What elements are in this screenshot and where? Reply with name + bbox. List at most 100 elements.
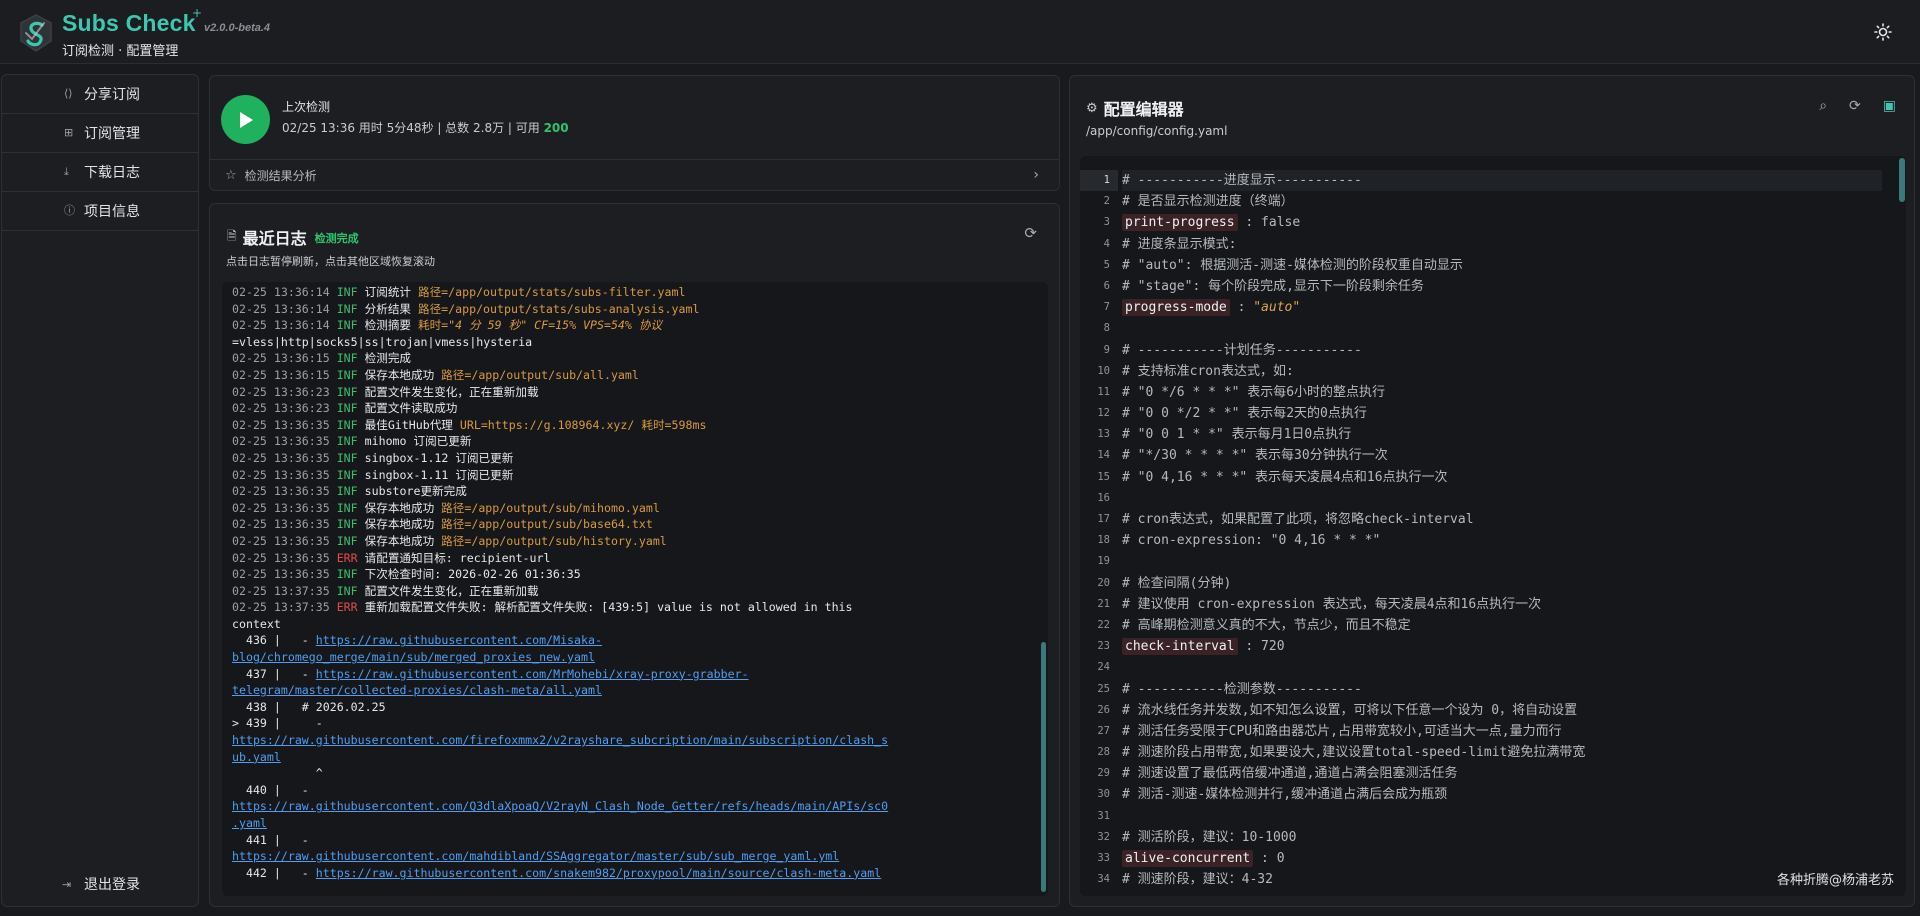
log-line: 02-25 13:36:35 INF 保存本地成功 路径=/app/output… <box>232 500 1042 517</box>
code-line[interactable] <box>1122 488 1882 509</box>
code-line[interactable]: # cron表达式，如果配置了此项，将忽略check-interval <box>1122 509 1882 530</box>
start-check-button[interactable] <box>221 95 270 144</box>
code-line[interactable] <box>1122 806 1882 827</box>
config-comment: # "*/30 * * * *" 表示每30分钟执行一次 <box>1122 448 1388 464</box>
code-line[interactable]: # "stage": 每个阶段完成,显示下一阶段剩余任务 <box>1122 276 1882 297</box>
code-line[interactable]: # 流水线任务并发数,如不知怎么设置，可将以下任意一个设为 0，将自动设置 <box>1122 700 1882 721</box>
log-line: 02-25 13:36:23 INF 配置文件发生变化，正在重新加载 <box>232 384 1042 401</box>
result-analysis-row[interactable]: ☆ 检测结果分析 › <box>210 159 1059 191</box>
code-line[interactable]: # 是否显示检测进度（终端） <box>1122 191 1882 212</box>
refresh-icon[interactable]: ⟳ <box>1849 98 1861 114</box>
code-line[interactable]: print-progress : false <box>1122 212 1882 233</box>
log-level: INF <box>336 434 365 449</box>
code-line[interactable]: alive-concurrent : 0 <box>1122 848 1882 869</box>
line-number: 21 <box>1097 597 1110 610</box>
log-level: ERR <box>336 600 365 615</box>
log-link[interactable]: ub.yaml <box>232 750 281 764</box>
log-scrollbar[interactable] <box>1041 642 1046 892</box>
code-line[interactable]: # 进度条显示模式: <box>1122 234 1882 255</box>
log-message: 保存本地成功 <box>364 517 442 532</box>
code-line[interactable]: # "0 0 1 * *" 表示每月1日0点执行 <box>1122 424 1882 445</box>
log-line: ub.yaml <box>232 749 1042 766</box>
save-icon[interactable]: ▣ <box>1883 98 1896 114</box>
line-number: 23 <box>1097 640 1110 653</box>
log-link[interactable]: https://raw.githubusercontent.com/mahdib… <box>232 849 839 863</box>
log-value: "4 分 59 秒" CF=15% VPS=54% 协议 <box>448 318 663 333</box>
log-link[interactable]: https://raw.githubusercontent.com/MrMohe… <box>316 667 749 681</box>
code-line[interactable]: # "auto": 根据测活-测速-媒体检测的阶段权重自动显示 <box>1122 255 1882 276</box>
log-key: 耗时= <box>417 318 449 333</box>
logout-label: 退出登录 <box>84 877 140 893</box>
config-key: alive-concurrent <box>1122 850 1254 867</box>
star-icon: ☆ <box>225 168 237 183</box>
line-number: 6 <box>1103 279 1110 292</box>
line-number: 28 <box>1097 746 1110 759</box>
search-icon[interactable]: ⌕ <box>1819 98 1827 114</box>
config-value: : 0 <box>1253 851 1285 866</box>
code-line[interactable]: # "*/30 * * * *" 表示每30分钟执行一次 <box>1122 445 1882 466</box>
log-link[interactable]: https://raw.githubusercontent.com/Misaka… <box>316 633 602 647</box>
config-toolbar: ⌕ ⟳ ▣ <box>1819 98 1896 114</box>
line-number: 1 <box>1080 170 1118 192</box>
code-line[interactable]: # -----------进度显示----------- <box>1122 170 1882 192</box>
log-value: /app/output/sub/history.yaml <box>471 533 667 548</box>
config-value: : <box>1229 300 1254 316</box>
log-link[interactable]: https://raw.githubusercontent.com/Q3dlaX… <box>232 799 888 813</box>
log-level: INF <box>336 484 365 499</box>
log-link[interactable]: .yaml <box>232 816 267 830</box>
theme-toggle-button[interactable] <box>1866 15 1900 49</box>
log-line: blog/chromego_merge/main/sub/merged_prox… <box>232 649 1042 666</box>
log-message: 重新加载配置文件失败: 解析配置文件失败: [439:5] value is n… <box>364 600 853 615</box>
code-line[interactable]: # 测活任务受限于CPU和路由器芯片,占用带宽较小,可适当大一点,量力而行 <box>1122 721 1882 742</box>
logout-icon: ⇥ <box>62 877 72 891</box>
code-line[interactable]: # cron-expression: "0 4,16 * * *" <box>1122 530 1882 551</box>
code-editor[interactable]: 1 2 3 4 5 6 7 8 9 10 11 12 13 14 15 16 17 18 19 20 21 22 23 24 2… <box>1080 156 1906 896</box>
sidebar-item-share[interactable]: ⟨⟩ 分享订阅 <box>2 75 198 114</box>
line-number: 4 <box>1103 237 1110 250</box>
code-line[interactable]: check-interval : 720 <box>1122 636 1882 657</box>
config-comment: # cron-expression: "0 4,16 * * *" <box>1122 533 1381 549</box>
code-line[interactable]: # 测速设置了最低两倍缓冲通道,通道占满会阻塞测活任务 <box>1122 763 1882 784</box>
log-timestamp: 02-25 13:36:35 <box>232 533 337 548</box>
code-line[interactable]: # 检查间隔(分钟) <box>1122 573 1882 594</box>
code-line[interactable] <box>1122 657 1882 678</box>
log-message: 保存本地成功 <box>364 367 442 382</box>
code-line[interactable]: # 测速阶段占用带宽,如果要设大,建议设置total-speed-limit避免… <box>1122 742 1882 763</box>
log-link[interactable]: https://raw.githubusercontent.com/firefo… <box>232 733 888 747</box>
log-output[interactable]: 02-25 13:36:14 INF 订阅统计 路径=/app/output/s… <box>222 282 1048 896</box>
config-value: : 720 <box>1237 639 1285 655</box>
log-link[interactable]: https://raw.githubusercontent.com/snakem… <box>316 866 881 880</box>
code-line[interactable]: # 支持标准cron表达式，如: <box>1122 361 1882 382</box>
code-line[interactable]: # 高峰期检测意义真的不大，节点少，而且不稳定 <box>1122 615 1882 636</box>
log-level: INF <box>336 351 365 366</box>
code-line[interactable] <box>1122 551 1882 572</box>
code-line[interactable]: # -----------计划任务----------- <box>1122 340 1882 361</box>
log-value: /app/output/sub/base64.txt <box>471 517 653 532</box>
code-line[interactable]: # 测活-测速-媒体检测并行,缓冲通道占满后会成为瓶颈 <box>1122 784 1882 805</box>
log-link[interactable]: telegram/master/collected-proxies/clash-… <box>232 683 602 697</box>
code-line[interactable]: # -----------检测参数----------- <box>1122 679 1882 700</box>
code-line[interactable]: # "0 0 */2 * *" 表示每2天的0点执行 <box>1122 403 1882 424</box>
sidebar-item-project-info[interactable]: ⓘ 项目信息 <box>2 192 198 231</box>
result-analysis-label: 检测结果分析 <box>244 169 317 183</box>
sidebar-item-subscriptions[interactable]: ⊞ 订阅管理 <box>2 114 198 153</box>
editor-scrollbar[interactable] <box>1899 158 1905 202</box>
code-line[interactable]: # "0 */6 * * *" 表示每6小时的整点执行 <box>1122 382 1882 403</box>
code-line[interactable] <box>1122 318 1882 339</box>
code-content[interactable]: # -----------进度显示----------- # 是否显示检测进度（终… <box>1122 170 1882 890</box>
code-line[interactable]: # 测速阶段，建议：4-32 <box>1122 869 1882 890</box>
log-level: INF <box>336 517 365 532</box>
refresh-icon[interactable]: ⟳ <box>1024 224 1037 242</box>
log-link[interactable]: blog/chromego_merge/main/sub/merged_prox… <box>232 650 595 664</box>
code-line[interactable]: # 测活阶段，建议：10-1000 <box>1122 827 1882 848</box>
code-line[interactable]: # 建议使用 cron-expression 表达式，每天凌晨4点和16点执行一… <box>1122 594 1882 615</box>
line-number: 8 <box>1103 322 1110 335</box>
code-line[interactable]: progress-mode : "auto" <box>1122 297 1882 318</box>
log-timestamp: 02-25 13:36:35 <box>232 484 337 499</box>
line-number: 2 <box>1103 195 1110 208</box>
logout-button[interactable]: ⇥ 退出登录 <box>62 874 140 894</box>
sidebar-item-download-logs[interactable]: ⤓ 下载日志 <box>2 153 198 192</box>
brand-plus: + <box>192 6 203 20</box>
config-comment: # "0 4,16 * * *" 表示每天凌晨4点和16点执行一次 <box>1122 469 1448 485</box>
code-line[interactable]: # "0 4,16 * * *" 表示每天凌晨4点和16点执行一次 <box>1122 467 1882 488</box>
